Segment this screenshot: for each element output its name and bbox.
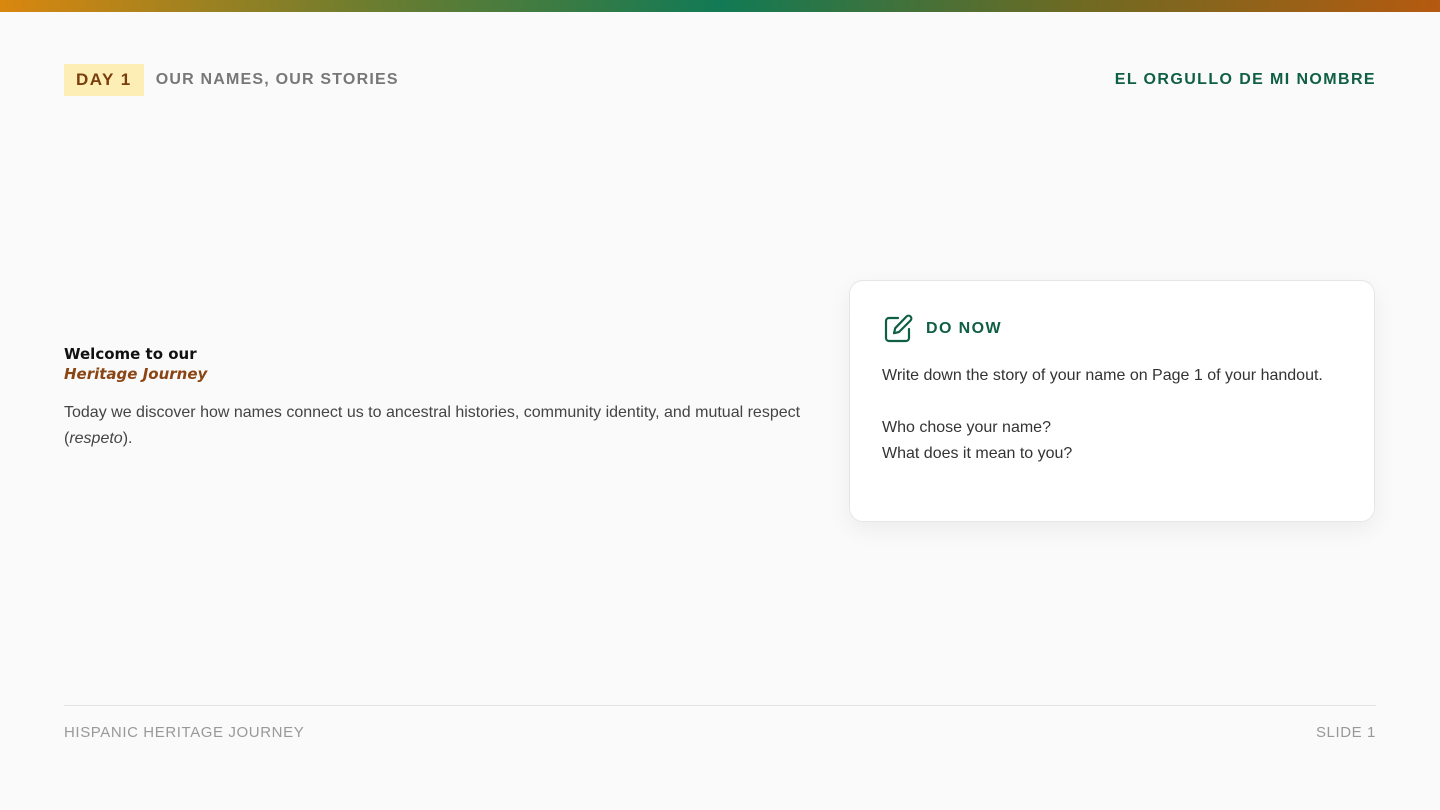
slide-footer: HISPANIC HERITAGE JOURNEY SLIDE 1 bbox=[64, 724, 1376, 741]
do-now-card: DO NOW Write down the story of your name… bbox=[849, 280, 1375, 522]
slide-number: SLIDE 1 bbox=[1315, 724, 1376, 741]
intro-section: Welcome to our Heritage Journey Today we… bbox=[64, 344, 804, 452]
do-now-question-2: What does it mean to you? bbox=[882, 445, 1073, 462]
edit-icon bbox=[882, 313, 914, 345]
header-left: DAY 1 OUR NAMES, OUR STORIES bbox=[64, 64, 399, 96]
top-gradient-stripe bbox=[0, 0, 1440, 12]
do-now-header: DO NOW bbox=[882, 313, 1342, 345]
intro-description: Today we discover how names connect us t… bbox=[64, 400, 804, 452]
welcome-accent: Heritage Journey bbox=[64, 365, 208, 383]
footer-divider bbox=[64, 705, 1376, 706]
lesson-title: OUR NAMES, OUR STORIES bbox=[155, 71, 399, 88]
do-now-title: DO NOW bbox=[926, 320, 1002, 337]
do-now-body: Write down the story of your name on Pag… bbox=[882, 363, 1342, 467]
day-badge: DAY 1 bbox=[64, 64, 144, 96]
desc-italic: respeto bbox=[69, 430, 123, 447]
desc-text-end: ). bbox=[122, 430, 133, 447]
do-now-question-1: Who chose your name? bbox=[882, 419, 1051, 436]
theme-title: EL ORGULLO DE MI NOMBRE bbox=[1114, 71, 1376, 88]
slide-header: DAY 1 OUR NAMES, OUR STORIES EL ORGULLO … bbox=[64, 64, 1376, 96]
welcome-heading: Welcome to our bbox=[64, 345, 197, 363]
desc-text: Today we discover how names connect us t… bbox=[64, 404, 801, 447]
footer-title: HISPANIC HERITAGE JOURNEY bbox=[64, 724, 305, 741]
do-now-instruction: Write down the story of your name on Pag… bbox=[882, 367, 1323, 384]
